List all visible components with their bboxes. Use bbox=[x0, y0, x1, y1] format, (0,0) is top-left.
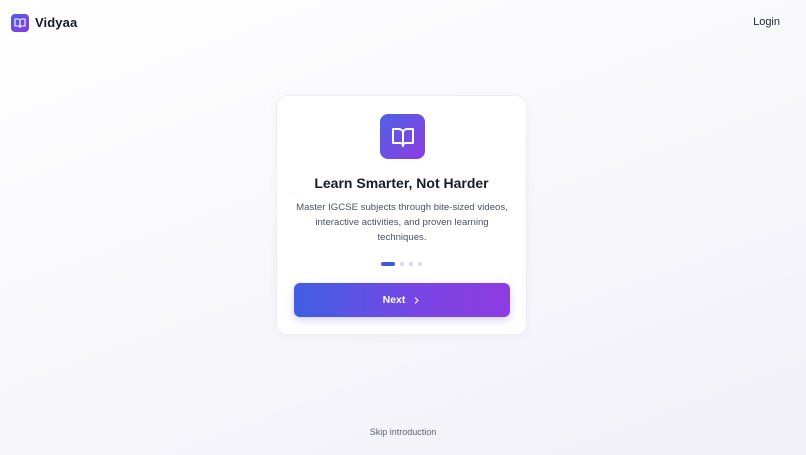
next-button-label: Next bbox=[382, 294, 406, 306]
brand-name: Vidyaa bbox=[35, 15, 78, 30]
book-open-icon bbox=[11, 13, 29, 32]
login-link[interactable]: Login bbox=[753, 16, 780, 28]
onboarding-card: Learn Smarter, Not Harder Master IGCSE s… bbox=[276, 95, 527, 335]
step-dot[interactable] bbox=[409, 262, 413, 266]
chevron-right-icon bbox=[412, 296, 421, 305]
step-dot-active[interactable] bbox=[381, 262, 395, 266]
brand[interactable]: Vidyaa bbox=[11, 13, 77, 32]
book-open-icon bbox=[380, 114, 425, 159]
top-bar: Vidyaa Login bbox=[0, 0, 806, 46]
next-button[interactable]: Next bbox=[294, 283, 510, 317]
card-title: Learn Smarter, Not Harder bbox=[314, 175, 489, 191]
step-dot[interactable] bbox=[418, 262, 422, 266]
step-dot[interactable] bbox=[400, 262, 404, 266]
card-description: Master IGCSE subjects through bite-sized… bbox=[296, 202, 508, 243]
skip-introduction-link[interactable]: Skip introduction bbox=[0, 427, 806, 437]
step-indicator bbox=[277, 262, 526, 266]
